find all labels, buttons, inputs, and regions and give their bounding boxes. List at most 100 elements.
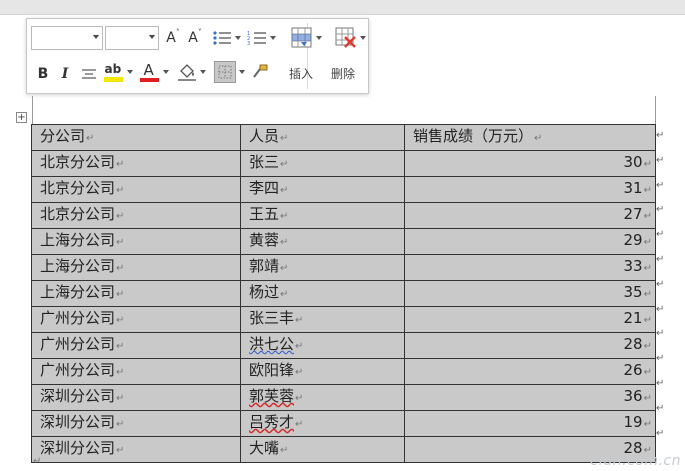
cell-person[interactable]: 欧阳锋↵ (240, 358, 405, 385)
cell-person[interactable]: 杨过↵ (240, 280, 405, 307)
grow-arrow-icon: ˄ (175, 27, 180, 37)
table-header-row: 分公司↵ 人员↵ 销售成绩（万元）↵ (31, 124, 656, 151)
cell-branch[interactable]: 深圳分公司↵ (31, 436, 241, 463)
cell-sales[interactable]: 36↵ (404, 384, 656, 411)
row-end-mark: ↵ (656, 402, 665, 414)
grow-font-button[interactable]: A ˄ (165, 27, 181, 49)
chevron-down-icon (199, 70, 206, 74)
cell-sales[interactable]: 21↵ (404, 306, 656, 333)
cell-branch[interactable]: 深圳分公司↵ (31, 410, 241, 437)
cell-branch[interactable]: 北京分公司↵ (31, 176, 241, 203)
table-row: 北京分公司↵ 李四↵ 31↵ (31, 176, 656, 203)
bullet-list-icon (212, 31, 231, 45)
table-row: 深圳分公司↵ 郭芙蓉↵ 36↵ (31, 384, 656, 411)
cell-sales[interactable]: 19↵ (404, 410, 656, 437)
cell-branch[interactable]: 上海分公司↵ (31, 228, 241, 255)
highlight-button[interactable]: ab (103, 61, 133, 83)
chevron-down-icon (234, 36, 241, 40)
cell-sales[interactable]: 33↵ (404, 254, 656, 281)
sales-table: 分公司↵ 人员↵ 销售成绩（万元）↵ 北京分公司↵ 张三↵ 30↵ 北京分公司↵ 李四↵… (31, 124, 656, 463)
paragraph-mark: ↵ (33, 456, 42, 467)
row-end-mark: ↵ (656, 353, 665, 365)
delete-table-dropdown[interactable] (332, 27, 368, 49)
table-row: 上海分公司↵ 杨过↵ 35↵ (31, 280, 656, 307)
bold-button[interactable]: B (35, 63, 51, 85)
mini-toolbar: A ˄ A ˅ 123 B I ab A 插入 删除 (26, 18, 369, 94)
cell-sales[interactable]: 30↵ (404, 150, 656, 177)
right-margin-marker (655, 96, 656, 124)
window-top-bar (0, 0, 685, 15)
row-end-mark: ↵ (656, 303, 665, 315)
bullets-button[interactable] (211, 27, 241, 49)
insert-label[interactable]: 插入 (289, 65, 313, 82)
font-name-combo[interactable] (31, 26, 103, 50)
insert-table-dropdown[interactable] (289, 27, 323, 49)
numbering-button[interactable]: 123 (245, 27, 277, 49)
borders-button[interactable] (211, 61, 247, 83)
cell-person[interactable]: 洪七公↵ (240, 332, 405, 359)
italic-button[interactable]: I (57, 63, 73, 85)
cell-branch[interactable]: 上海分公司↵ (31, 280, 241, 307)
cell-person[interactable]: 大嘴↵ (240, 436, 405, 463)
cell-person[interactable]: 吕秀才↵ (240, 410, 405, 437)
shrink-font-button[interactable]: A ˅ (187, 27, 203, 49)
cell-person[interactable]: 张三丰↵ (240, 306, 405, 333)
font-size-combo[interactable] (105, 26, 159, 50)
row-end-mark: ↵ (656, 204, 665, 216)
center-align-icon (82, 69, 96, 79)
cell-sales[interactable]: 35↵ (404, 280, 656, 307)
cell-branch[interactable]: 深圳分公司↵ (31, 384, 241, 411)
header-cell-sales[interactable]: 销售成绩（万元）↵ (404, 124, 656, 151)
numbered-list-icon: 123 (247, 31, 266, 46)
chevron-down-icon (359, 36, 366, 40)
cell-sales[interactable]: 28↵ (404, 332, 656, 359)
row-end-mark: ↵ (656, 328, 665, 340)
cell-branch[interactable]: 广州分公司↵ (31, 306, 241, 333)
center-align-button[interactable] (79, 63, 99, 85)
cell-branch[interactable]: 广州分公司↵ (31, 358, 241, 385)
chevron-down-icon (269, 36, 276, 40)
shrink-font-icon: A (188, 30, 198, 46)
cell-person[interactable]: 张三↵ (240, 150, 405, 177)
cell-sales[interactable]: 26↵ (404, 358, 656, 385)
cell-branch[interactable]: 上海分公司↵ (31, 254, 241, 281)
table-row: 北京分公司↵ 张三↵ 30↵ (31, 150, 656, 177)
row-end-mark: ↵ (656, 154, 665, 166)
row-end-mark: ↵ (656, 254, 665, 265)
header-cell-branch[interactable]: 分公司↵ (31, 124, 241, 151)
chevron-down-icon (315, 36, 322, 40)
cell-branch[interactable]: 广州分公司↵ (31, 332, 241, 359)
format-painter-button[interactable] (249, 61, 271, 83)
cell-person[interactable]: 黄蓉↵ (240, 228, 405, 255)
cell-person[interactable]: 郭芙蓉↵ (240, 384, 405, 411)
table-move-handle[interactable]: + (16, 112, 27, 123)
table-row: 北京分公司↵ 王五↵ 27↵ (31, 202, 656, 229)
table-row: 上海分公司↵ 黄蓉↵ 29↵ (31, 228, 656, 255)
chevron-down-icon (93, 35, 99, 39)
header-cell-person[interactable]: 人员↵ (240, 124, 405, 151)
cell-branch[interactable]: 北京分公司↵ (31, 150, 241, 177)
chevron-down-icon (149, 35, 155, 39)
row-end-mark: ↵ (656, 179, 665, 191)
cell-sales[interactable]: 29↵ (404, 228, 656, 255)
chevron-down-icon (238, 70, 245, 74)
cell-person[interactable]: 王五↵ (240, 202, 405, 229)
highlight-color-bar (103, 77, 123, 82)
chevron-down-icon (162, 70, 169, 74)
svg-text:3: 3 (247, 41, 250, 46)
delete-label[interactable]: 删除 (331, 65, 355, 82)
row-end-mark: ↵ (656, 229, 665, 241)
row-end-mark: ↵ (656, 427, 665, 439)
cell-branch[interactable]: 北京分公司↵ (31, 202, 241, 229)
borders-icon (213, 61, 236, 83)
insert-rows-icon (291, 27, 311, 48)
shading-button[interactable] (175, 61, 207, 83)
delete-table-icon (335, 27, 356, 48)
cell-person[interactable]: 郭靖↵ (240, 254, 405, 281)
font-color-bar (139, 78, 159, 82)
font-color-button[interactable]: A (139, 61, 169, 83)
cell-sales[interactable]: 31↵ (404, 176, 656, 203)
cell-person[interactable]: 李四↵ (240, 176, 405, 203)
cell-sales[interactable]: 27↵ (404, 202, 656, 229)
row-end-mark: ↵ (656, 278, 665, 290)
